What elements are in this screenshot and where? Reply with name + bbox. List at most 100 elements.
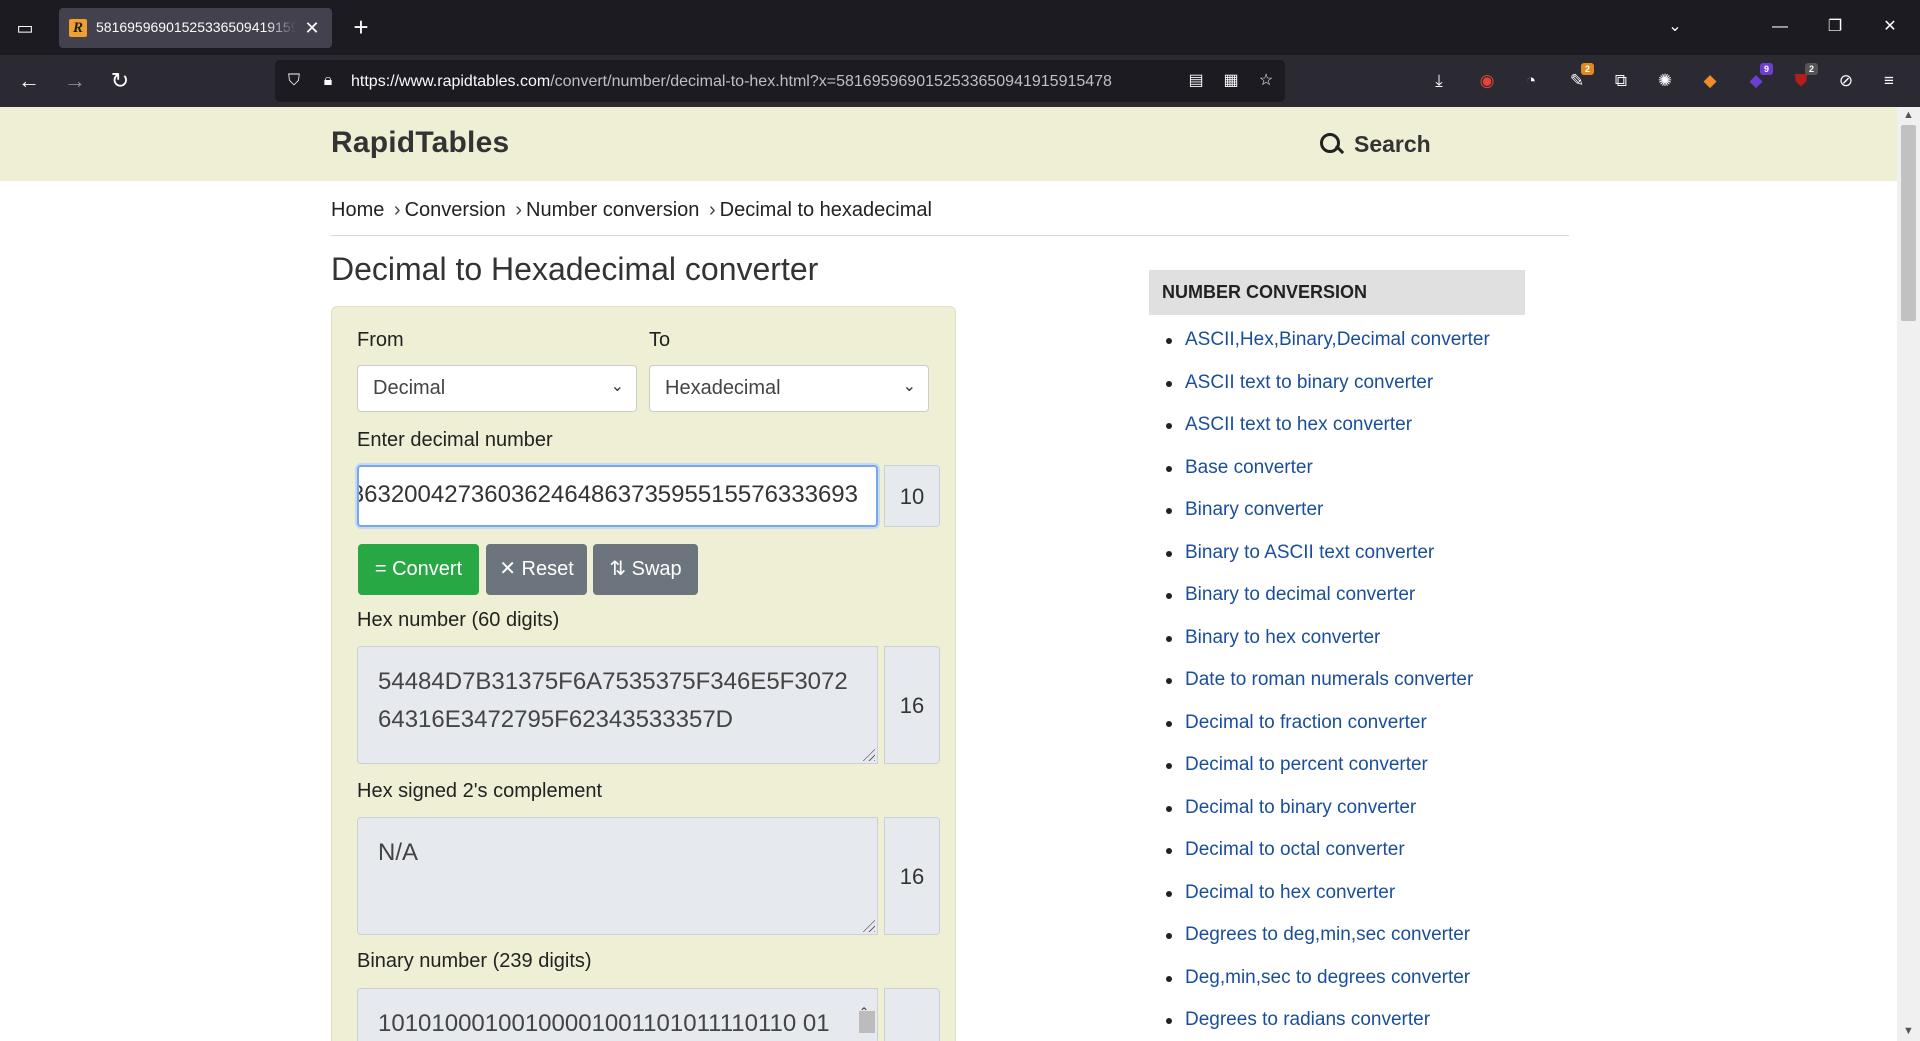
sidebar-link[interactable]: Decimal to binary converter [1149, 793, 1525, 836]
page-scroll-thumb[interactable] [1901, 125, 1916, 321]
breadcrumb-current: Decimal to hexadecimal [719, 199, 932, 221]
compass-icon[interactable]: ⊘ [1833, 68, 1859, 94]
sidebar-heading: NUMBER CONVERSION [1149, 270, 1525, 315]
sidebar-link[interactable]: Binary to ASCII text converter [1149, 538, 1525, 581]
extension-shield-icon[interactable]: ◉ [1474, 68, 1500, 94]
list-all-tabs-chevron-icon[interactable]: ⌄ [1663, 16, 1687, 40]
firefox-view-icon[interactable]: ▭ [12, 16, 38, 40]
navigation-toolbar: ← → ↻ ⛉ 🔒︎ https://www.rapidtables.com/c… [0, 55, 1920, 107]
resize-grip-icon[interactable] [861, 747, 875, 761]
sidebar-link[interactable]: Binary to decimal converter [1149, 580, 1525, 623]
lock-icon[interactable]: 🔒︎ [317, 70, 339, 92]
sidebar-link[interactable]: ASCII text to binary converter [1149, 368, 1525, 411]
resize-grip-icon[interactable] [861, 918, 875, 932]
sidebar-link[interactable]: Decimal to hex converter [1149, 878, 1525, 921]
from-select[interactable]: Decimal ⌄ [357, 365, 637, 412]
new-tab-icon[interactable]: + [348, 14, 374, 40]
qr-code-icon[interactable]: ▦ [1220, 70, 1242, 92]
scroll-up-arrow-icon[interactable]: ▲ [1902, 109, 1915, 123]
extension-purple-icon[interactable]: ◆ 9 [1743, 63, 1773, 94]
breadcrumb-conversion[interactable]: Conversion [405, 199, 506, 221]
tab-title: 581695969015253365094191591547 [96, 19, 296, 37]
downloads-icon[interactable]: ⤓ [1426, 68, 1452, 94]
binary-scrollbar[interactable]: ⌃ [857, 993, 875, 1041]
breadcrumb: Home › Conversion › Number conversion › Dec… [331, 199, 932, 222]
sidebar-link[interactable]: Date to roman numerals converter [1149, 665, 1525, 708]
reload-icon[interactable]: ↻ [106, 67, 134, 95]
converter-panel: From To Decimal ⌄ Hexadecimal ⌄ Enter de… [331, 306, 956, 1041]
convert-button[interactable]: = Convert [358, 544, 479, 595]
url-host: https://www.rapidtables.com [351, 73, 551, 90]
hex-number-output[interactable]: 54484D7B31375F6A7535375F346E5F307264316E… [357, 646, 878, 764]
chevron-down-icon: ⌄ [610, 378, 624, 395]
extension-fox-icon[interactable]: ◆ [1697, 68, 1723, 94]
tracking-protection-shield-icon[interactable]: ⛉ [283, 70, 305, 92]
extension-cookie-icon[interactable]: ✺ [1652, 68, 1678, 94]
close-tab-icon[interactable]: ✕ [302, 18, 322, 38]
extensions-puzzle-icon[interactable]: ⧉ [1608, 68, 1634, 94]
back-arrow-icon[interactable]: ← [15, 67, 43, 95]
page-title: Decimal to Hexadecimal converter [331, 251, 819, 287]
binary-base-box [884, 988, 940, 1041]
number-conversion-sidebar: NUMBER CONVERSION ASCII,Hex,Binary,Decim… [1149, 270, 1525, 1041]
to-select[interactable]: Hexadecimal ⌄ [649, 365, 929, 412]
app-menu-hamburger-icon[interactable]: ≡ [1876, 68, 1902, 94]
site-logo[interactable]: RapidTables [331, 126, 509, 160]
breadcrumb-divider [331, 235, 1569, 236]
reset-button[interactable]: ✕ Reset [486, 544, 587, 595]
extension-hammer-icon[interactable]: ✎ 2 [1564, 63, 1594, 94]
binary-number-value: 10101000100100001001101011110110 01 [378, 1010, 830, 1037]
search-button[interactable]: Search [1318, 127, 1431, 161]
address-bar[interactable]: ⛉ 🔒︎ https://www.rapidtables.com/convert… [275, 60, 1285, 102]
breadcrumb-separator: › [393, 199, 401, 221]
sidebar-link[interactable]: Decimal to fraction converter [1149, 708, 1525, 751]
swap-button[interactable]: ⇅ Swap [593, 544, 698, 595]
hex-number-value: 54484D7B31375F6A7535375F346E5F307264316E… [378, 668, 848, 733]
sidebar-link[interactable]: Deg,min,sec to degrees converter [1149, 963, 1525, 1006]
hex-signed-value: N/A [378, 839, 419, 866]
search-label: Search [1354, 130, 1431, 157]
decimal-number-value: 5816959690152533650941915915478632004273… [359, 481, 858, 508]
decimal-number-input[interactable]: 5816959690152533650941915915478632004273… [357, 465, 878, 527]
breadcrumb-separator: › [708, 199, 716, 221]
tab-strip: ▭ R 581695969015253365094191591547 ✕ + ⌄… [0, 0, 1920, 55]
sidebar-link[interactable]: Base converter [1149, 453, 1525, 496]
sidebar-link[interactable]: Degrees to radians converter [1149, 1005, 1525, 1041]
url-text[interactable]: https://www.rapidtables.com/convert/numb… [351, 71, 1181, 93]
sidebar-link[interactable]: Binary to hex converter [1149, 623, 1525, 666]
ublock-origin-icon[interactable]: ⛊ 2 [1788, 63, 1818, 94]
rapidtables-favicon-icon: R [69, 19, 87, 37]
close-window-icon[interactable]: ✕ [1870, 14, 1910, 40]
page-scrollbar[interactable]: ▲ ▼ [1897, 107, 1920, 1041]
to-label: To [649, 329, 671, 351]
signed-base-box: 16 [884, 817, 940, 935]
sidebar-link[interactable]: Degrees to deg,min,sec converter [1149, 920, 1525, 963]
input-base-box: 10 [884, 465, 940, 527]
from-select-value: Decimal [373, 377, 446, 399]
url-path: /convert/number/decimal-to-hex.html?x=58… [550, 73, 1112, 90]
reader-view-icon[interactable]: ▤ [1185, 70, 1207, 92]
scroll-thumb[interactable] [859, 1011, 875, 1033]
sidebar-link[interactable]: ASCII text to hex converter [1149, 410, 1525, 453]
sidebar-link[interactable]: ASCII,Hex,Binary,Decimal converter [1149, 325, 1525, 368]
bookmark-star-icon[interactable]: ☆ [1255, 70, 1277, 92]
extension-badge-nine: 9 [1760, 63, 1773, 75]
hex-signed-output[interactable]: N/A [357, 817, 878, 935]
forward-arrow-icon[interactable]: → [61, 67, 89, 95]
scroll-down-arrow-icon[interactable]: ▼ [1902, 1025, 1915, 1039]
restore-window-icon[interactable]: ❐ [1815, 14, 1855, 40]
minimize-window-icon[interactable]: — [1760, 14, 1800, 40]
sidebar-link[interactable]: Decimal to percent converter [1149, 750, 1525, 793]
breadcrumb-home[interactable]: Home [331, 199, 384, 221]
breadcrumb-number-conversion[interactable]: Number conversion [526, 199, 699, 221]
extension-badge: 2 [1581, 63, 1594, 75]
sidebar-link-list: ASCII,Hex,Binary,Decimal converter ASCII… [1149, 325, 1525, 1041]
binary-number-output[interactable]: 10101000100100001001101011110110 01 ⌃ [357, 988, 878, 1041]
sidebar-link[interactable]: Decimal to octal converter [1149, 835, 1525, 878]
page-viewport: RapidTables Search Home › Conversion › Num… [0, 107, 1897, 1041]
sidebar-link[interactable]: Binary converter [1149, 495, 1525, 538]
binary-number-label: Binary number (239 digits) [357, 950, 592, 972]
browser-tab-active[interactable]: R 581695969015253365094191591547 ✕ [59, 8, 332, 48]
extension-glasses-icon[interactable]: ◔ [1518, 68, 1544, 94]
hex-signed-label: Hex signed 2's complement [357, 780, 603, 802]
